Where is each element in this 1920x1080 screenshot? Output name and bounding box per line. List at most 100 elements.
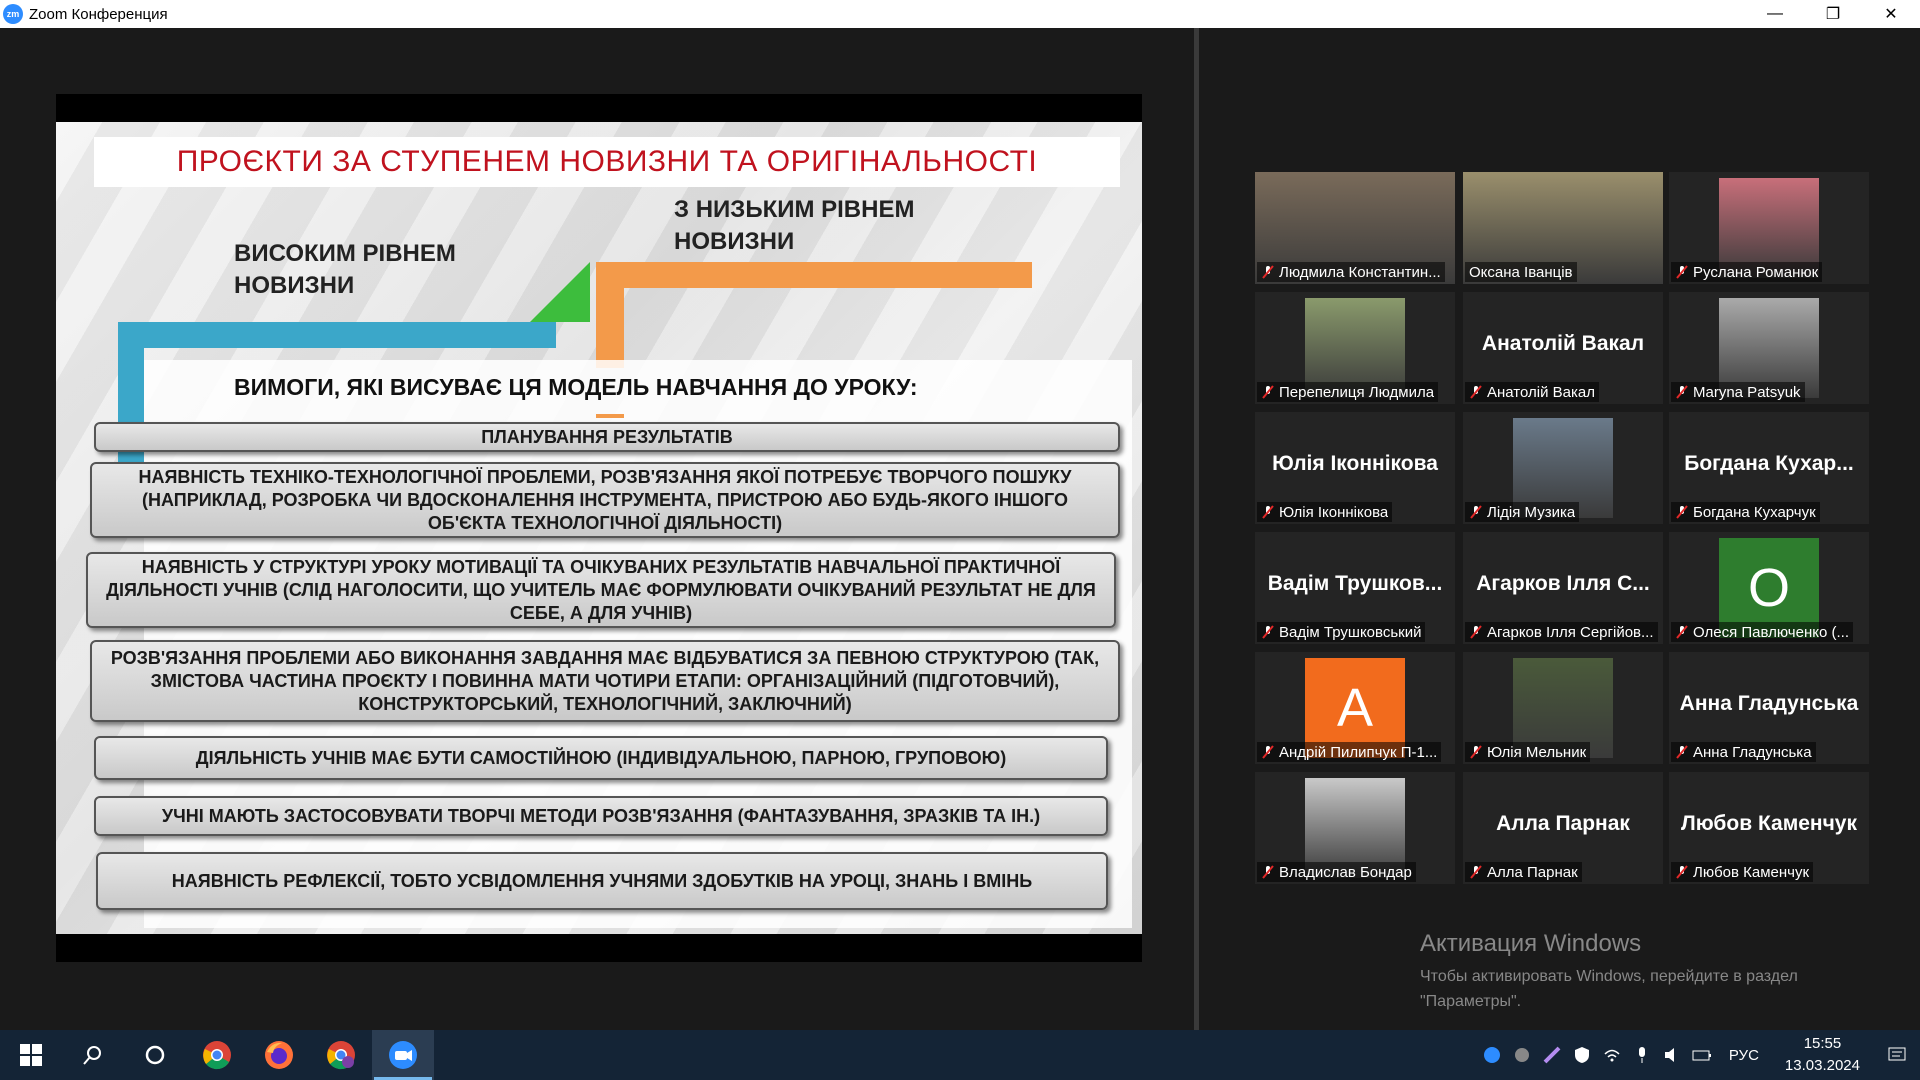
participant-name: Олеся Павлюченко (...	[1693, 623, 1849, 641]
participant-nameplate: Андрій Пилипчук П-1...	[1257, 742, 1442, 762]
participant-tile[interactable]: Перепелиця Людмила	[1255, 292, 1455, 404]
participant-nameplate: Перепелиця Людмила	[1257, 382, 1439, 402]
shared-screen-area: ПРОЄКТИ ЗА СТУПЕНЕМ НОВИЗНИ ТА ОРИГІНАЛЬ…	[0, 28, 1194, 1030]
muted-mic-icon	[1262, 385, 1274, 399]
participant-tile[interactable]: Богдана Кухар... Богдана Кухарчук	[1669, 412, 1869, 524]
muted-mic-icon	[1262, 265, 1274, 279]
volume-icon[interactable]	[1657, 1030, 1687, 1080]
pen-tray-icon[interactable]	[1537, 1030, 1567, 1080]
participant-tile[interactable]: Анатолій Вакал Анатолій Вакал	[1463, 292, 1663, 404]
muted-mic-icon	[1470, 505, 1482, 519]
close-button[interactable]: ✕	[1862, 0, 1920, 28]
muted-mic-icon	[1262, 505, 1274, 519]
participant-tile[interactable]: Агарков Ілля С... Агарков Ілля Сергійов..…	[1463, 532, 1663, 644]
participant-nameplate: Алла Парнак	[1465, 862, 1582, 882]
clock-time: 15:55	[1803, 1035, 1842, 1052]
firefox-taskbar-button[interactable]	[248, 1030, 310, 1080]
participant-tile[interactable]: Юлія Іконнікова Юлія Іконнікова	[1255, 412, 1455, 524]
muted-mic-icon	[1470, 625, 1482, 639]
participant-big-name: Анатолій Вакал	[1481, 332, 1645, 355]
participant-tile[interactable]: Maryna Patsyuk	[1669, 292, 1869, 404]
participant-big-name: Анна Гладунська	[1679, 692, 1859, 715]
participant-name: Любов Каменчук	[1693, 863, 1810, 881]
muted-mic-icon	[1676, 265, 1688, 279]
orange-accent	[596, 414, 624, 418]
window-titlebar: zm Zoom Конференция — ❐ ✕	[0, 0, 1920, 28]
participant-tile[interactable]: Вадім Трушков... Вадім Трушковський	[1255, 532, 1455, 644]
muted-mic-icon	[1262, 625, 1274, 639]
participant-name: Агарков Ілля Сергійов...	[1487, 623, 1654, 641]
participant-tile[interactable]: Оксана Іванців	[1463, 172, 1663, 284]
participant-tile[interactable]: Юлія Мельник	[1463, 652, 1663, 764]
clock-date: 13.03.2024	[1784, 1057, 1860, 1074]
system-tray: РУС 15:55 13.03.2024	[1477, 1030, 1920, 1080]
cortana-icon	[145, 1045, 165, 1065]
battery-icon[interactable]	[1687, 1030, 1717, 1080]
participant-nameplate: Анатолій Вакал	[1465, 382, 1599, 402]
participant-nameplate: Вадім Трушковський	[1257, 622, 1426, 642]
wifi-icon[interactable]	[1597, 1030, 1627, 1080]
zoom-logo-icon: zm	[3, 4, 23, 24]
orange-step	[596, 262, 1032, 288]
language-indicator[interactable]: РУС	[1717, 1047, 1771, 1064]
app-tray-icon[interactable]	[1507, 1030, 1537, 1080]
participant-big-name: Алла Парнак	[1496, 812, 1630, 835]
participant-gallery: Людмила Константин... Оксана Іванців Русла…	[1199, 28, 1920, 1030]
participant-tile[interactable]: Анна Гладунська Анна Гладунська	[1669, 652, 1869, 764]
participant-name: Оксана Іванців	[1469, 263, 1573, 281]
windows-activation-title: Активация Windows	[1420, 930, 1642, 957]
minimize-button[interactable]: —	[1746, 0, 1804, 28]
shield-icon[interactable]	[1567, 1030, 1597, 1080]
participant-nameplate: Олеся Павлюченко (...	[1671, 622, 1853, 642]
participant-tile[interactable]: Любов Каменчук Любов Каменчук	[1669, 772, 1869, 884]
chrome-profile-taskbar-button[interactable]	[310, 1030, 372, 1080]
participant-big-name: Вадім Трушков...	[1267, 572, 1443, 595]
high-novelty-label: ВИСОКИМ РІВНЕМ НОВИЗНИ	[234, 240, 456, 299]
participant-nameplate: Юлія Мельник	[1465, 742, 1591, 762]
participant-tile[interactable]: Владислав Бондар	[1255, 772, 1455, 884]
zoom-tray-icon[interactable]	[1477, 1030, 1507, 1080]
zoom-taskbar-button[interactable]	[372, 1030, 434, 1080]
participant-tile[interactable]: Лідія Музика	[1463, 412, 1663, 524]
windows-taskbar: РУС 15:55 13.03.2024	[0, 1030, 1920, 1080]
requirement-item: РОЗВ'ЯЗАННЯ ПРОБЛЕМИ АБО ВИКОНАННЯ ЗАВДА…	[90, 640, 1120, 722]
participant-nameplate: Руслана Романюк	[1671, 262, 1823, 282]
participant-tile[interactable]: Руслана Романюк	[1669, 172, 1869, 284]
participant-nameplate: Maryna Patsyuk	[1671, 382, 1805, 402]
participant-name: Перепелиця Людмила	[1279, 383, 1435, 401]
participant-nameplate: Людмила Константин...	[1257, 262, 1445, 282]
participant-tile[interactable]: Алла Парнак Алла Парнак	[1463, 772, 1663, 884]
notifications-icon[interactable]	[1874, 1030, 1920, 1080]
meeting-area: ПРОЄКТИ ЗА СТУПЕНЕМ НОВИЗНИ ТА ОРИГІНАЛЬ…	[0, 28, 1920, 1030]
requirement-item: ПЛАНУВАННЯ РЕЗУЛЬТАТІВ	[94, 422, 1120, 452]
participant-nameplate: Анна Гладунська	[1671, 742, 1816, 762]
muted-mic-icon	[1676, 745, 1688, 759]
participant-nameplate: Владислав Бондар	[1257, 862, 1416, 882]
start-button[interactable]	[0, 1030, 62, 1080]
cortana-button[interactable]	[124, 1030, 186, 1080]
muted-mic-icon	[1262, 865, 1274, 879]
taskbar-clock[interactable]: 15:55 13.03.2024	[1771, 1033, 1874, 1077]
participant-name: Анатолій Вакал	[1487, 383, 1595, 401]
participant-name: Руслана Романюк	[1693, 263, 1819, 281]
participant-nameplate: Юлія Іконнікова	[1257, 502, 1393, 522]
muted-mic-icon	[1470, 385, 1482, 399]
green-step	[530, 262, 590, 322]
blue-step	[118, 322, 556, 348]
requirement-item: НАЯВНІСТЬ ТЕХНІКО-ТЕХНОЛОГІЧНОЇ ПРОБЛЕМИ…	[90, 462, 1120, 538]
participant-tile[interactable]: Людмила Константин...	[1255, 172, 1455, 284]
restore-button[interactable]: ❐	[1804, 0, 1862, 28]
windows-start-icon	[20, 1044, 42, 1066]
chrome-taskbar-button[interactable]	[186, 1030, 248, 1080]
muted-mic-icon	[1676, 865, 1688, 879]
windows-activation-text: Чтобы активировать Windows, перейдите в …	[1420, 968, 1798, 1010]
microphone-icon[interactable]	[1627, 1030, 1657, 1080]
search-button[interactable]	[62, 1030, 124, 1080]
participant-big-name: Любов Каменчук	[1681, 812, 1857, 835]
muted-mic-icon	[1676, 625, 1688, 639]
participant-tile[interactable]: А Андрій Пилипчук П-1...	[1255, 652, 1455, 764]
requirement-item: НАЯВНІСТЬ РЕФЛЕКСІЇ, ТОБТО УСВІДОМЛЕННЯ …	[96, 852, 1108, 910]
participant-name: Алла Парнак	[1487, 863, 1578, 881]
slide-title: ПРОЄКТИ ЗА СТУПЕНЕМ НОВИЗНИ ТА ОРИГІНАЛЬ…	[176, 145, 1038, 178]
participant-tile[interactable]: О Олеся Павлюченко (...	[1669, 532, 1869, 644]
